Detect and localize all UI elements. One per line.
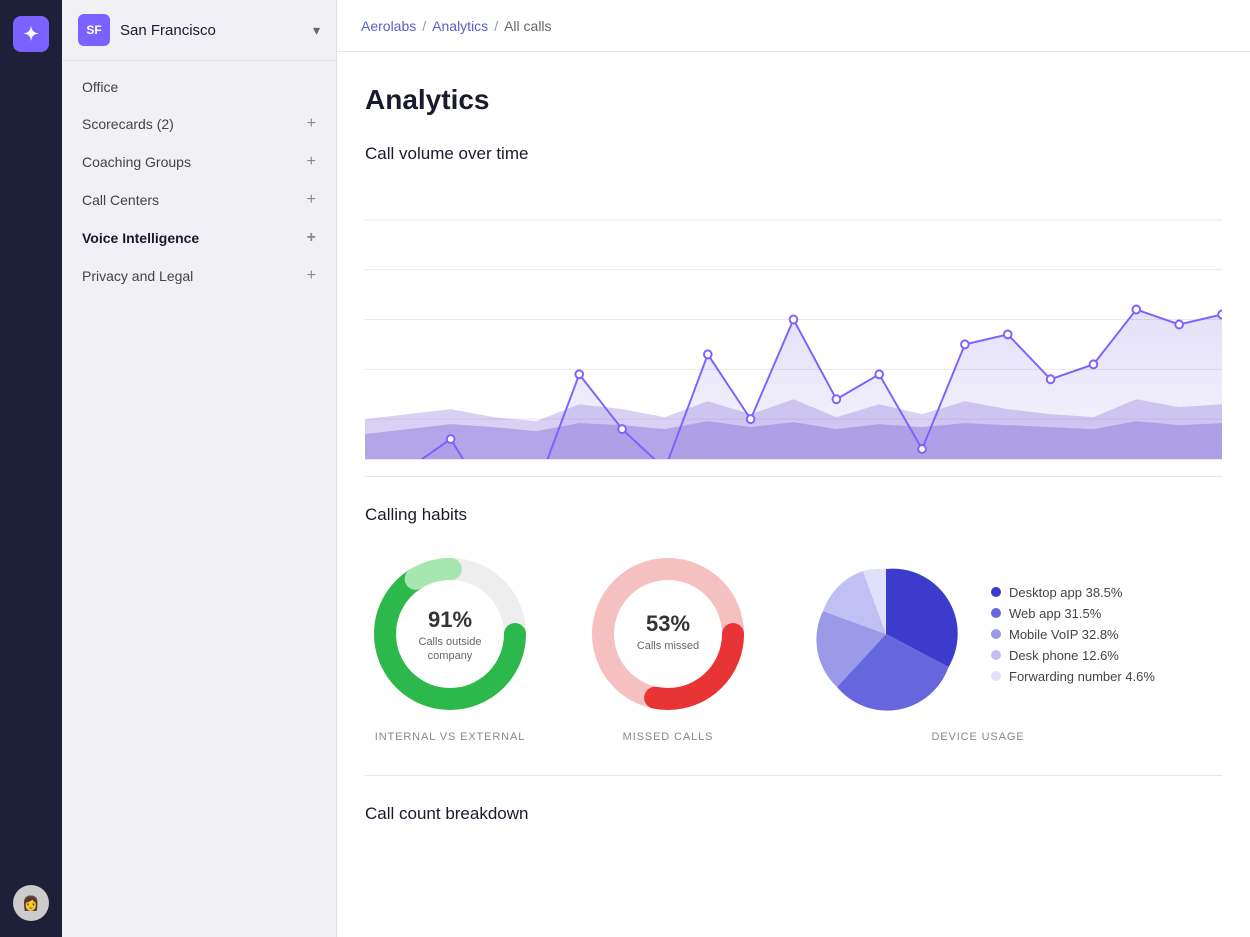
org-name: San Francisco: [120, 22, 303, 39]
sidebar-item-office[interactable]: Office: [62, 69, 336, 105]
sidebar-item-coaching-groups[interactable]: Coaching Groups +: [62, 143, 336, 181]
legend-item: Web app 31.5%: [991, 606, 1155, 621]
section-divider-2: [365, 775, 1222, 776]
user-avatar[interactable]: 👩: [13, 885, 49, 921]
legend-dot: [991, 608, 1001, 618]
chart-section-title: Call volume over time: [365, 144, 1222, 164]
internal-external-chart: 91% Calls outside company INTERNAL VS EX…: [365, 549, 535, 743]
sidebar-item-label: Office: [82, 79, 118, 95]
device-usage-label: DEVICE USAGE: [931, 731, 1024, 743]
breadcrumb-sep: /: [494, 18, 498, 34]
breadcrumb-analytics[interactable]: Analytics: [432, 18, 488, 34]
svg-text:company: company: [428, 650, 473, 662]
calling-habits-title: Calling habits: [365, 505, 1222, 525]
sidebar-item-voice-intelligence[interactable]: Voice Intelligence +: [62, 219, 336, 257]
svg-text:Calls outside: Calls outside: [419, 636, 482, 648]
topbar: Aerolabs / Analytics / All calls: [337, 0, 1250, 52]
missed-calls-chart: 53% Calls missed MISSED CALLS: [583, 549, 753, 743]
legend-text: Forwarding number 4.6%: [1009, 669, 1155, 684]
plus-icon: +: [307, 153, 316, 171]
org-header[interactable]: SF San Francisco ▾: [62, 0, 336, 61]
call-count-title: Call count breakdown: [365, 804, 1222, 824]
legend-text: Desktop app 38.5%: [1009, 585, 1122, 600]
svg-text:91%: 91%: [428, 607, 472, 632]
missed-calls-label: MISSED CALLS: [623, 731, 714, 743]
donut-svg-internal: 91% Calls outside company: [365, 549, 535, 719]
app-logo: ✦: [13, 16, 49, 52]
sidebar-item-label: Privacy and Legal: [82, 268, 193, 284]
call-volume-chart: [365, 180, 1222, 460]
chart-svg: [365, 180, 1222, 459]
org-avatar: SF: [78, 14, 110, 46]
plus-icon: +: [307, 229, 316, 247]
breadcrumb-sep: /: [422, 18, 426, 34]
sidebar-item-label: Scorecards (2): [82, 116, 174, 132]
legend-dot: [991, 587, 1001, 597]
chevron-down-icon: ▾: [313, 22, 320, 39]
section-divider: [365, 476, 1222, 477]
left-rail: ✦ 👩: [0, 0, 62, 937]
legend-text: Mobile VoIP 32.8%: [1009, 627, 1119, 642]
legend-item: Desk phone 12.6%: [991, 648, 1155, 663]
pie-svg-device: [801, 549, 971, 719]
svg-text:53%: 53%: [646, 611, 690, 636]
content-area: Analytics Call volume over time: [337, 52, 1250, 937]
legend-text: Web app 31.5%: [1009, 606, 1101, 621]
device-usage-chart: Desktop app 38.5% Web app 31.5% Mobile V…: [801, 549, 1155, 743]
device-legend: Desktop app 38.5% Web app 31.5% Mobile V…: [991, 585, 1155, 684]
sidebar-nav: Office Scorecards (2) + Coaching Groups …: [62, 61, 336, 303]
sidebar-item-label: Coaching Groups: [82, 154, 191, 170]
sidebar-item-label: Voice Intelligence: [82, 230, 199, 246]
internal-external-label: INTERNAL VS EXTERNAL: [375, 731, 525, 743]
sidebar-item-label: Call Centers: [82, 192, 159, 208]
legend-item: Forwarding number 4.6%: [991, 669, 1155, 684]
plus-icon: +: [307, 267, 316, 285]
page-title: Analytics: [365, 84, 1222, 116]
donut-svg-missed: 53% Calls missed: [583, 549, 753, 719]
main-area: Aerolabs / Analytics / All calls Analyti…: [337, 0, 1250, 937]
legend-item: Mobile VoIP 32.8%: [991, 627, 1155, 642]
breadcrumb-current: All calls: [504, 18, 551, 34]
plus-icon: +: [307, 115, 316, 133]
sidebar-item-scorecards[interactable]: Scorecards (2) +: [62, 105, 336, 143]
breadcrumb-aerolabs[interactable]: Aerolabs: [361, 18, 416, 34]
sidebar: SF San Francisco ▾ Office Scorecards (2)…: [62, 0, 337, 937]
legend-text: Desk phone 12.6%: [1009, 648, 1119, 663]
charts-row: 91% Calls outside company INTERNAL VS EX…: [365, 549, 1222, 743]
svg-text:Calls missed: Calls missed: [637, 640, 699, 652]
legend-dot: [991, 650, 1001, 660]
legend-dot: [991, 629, 1001, 639]
legend-item: Desktop app 38.5%: [991, 585, 1155, 600]
sidebar-item-privacy-legal[interactable]: Privacy and Legal +: [62, 257, 336, 295]
legend-dot: [991, 671, 1001, 681]
sidebar-item-call-centers[interactable]: Call Centers +: [62, 181, 336, 219]
calling-habits-section: Calling habits 91% Calls outside company: [365, 505, 1222, 743]
plus-icon: +: [307, 191, 316, 209]
